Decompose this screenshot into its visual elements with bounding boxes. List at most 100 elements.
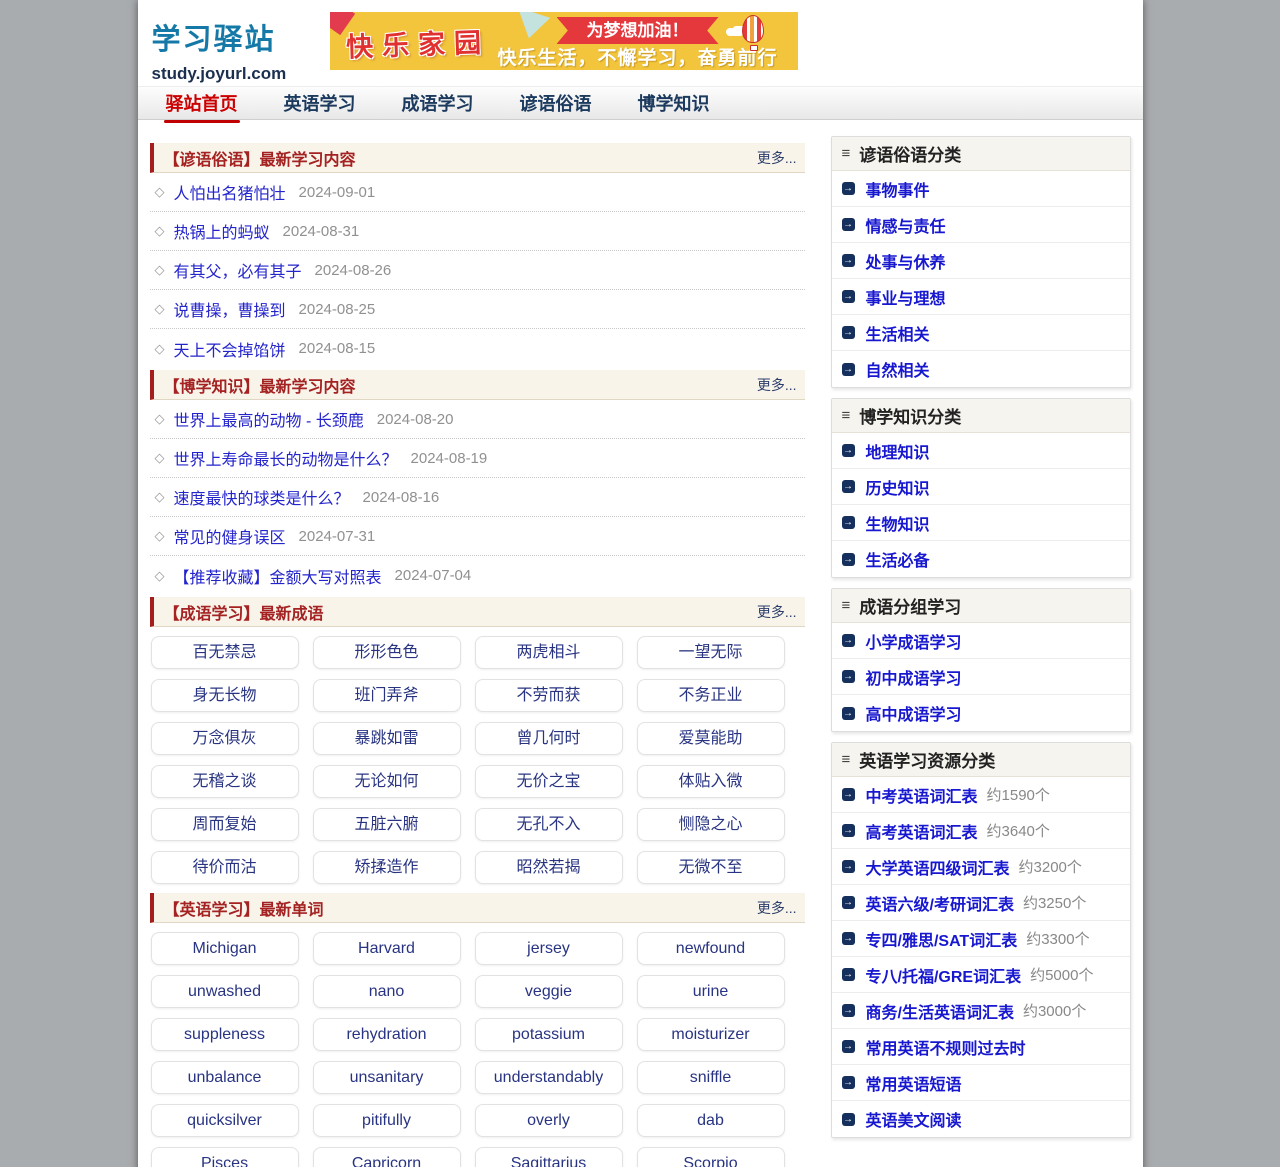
more-link[interactable]: 更多... [757, 375, 797, 395]
word-button[interactable]: nano [312, 975, 461, 1008]
word-button[interactable]: sniffle [636, 1061, 785, 1094]
sidebar: ≡ 谚语俗语分类 → 事物事件 → 情感与责任 → 处事与休养 → 事业与理想 → 生活相关 → 自然相关… [830, 136, 1131, 1167]
word-button[interactable]: 两虎相斗 [474, 636, 623, 669]
sidebar-item: → 专八/托福/GRE词汇表 约5000个 [831, 957, 1130, 993]
article-link[interactable]: 常见的健身误区 [174, 524, 286, 548]
sidebar-link[interactable]: 初中成语学习 [866, 665, 962, 689]
more-link[interactable]: 更多... [757, 602, 797, 622]
article-link[interactable]: 人怕出名猪怕壮 [174, 180, 286, 204]
article-link[interactable]: 说曹操，曹操到 [174, 297, 286, 321]
nav-item[interactable]: 英语学习 [280, 85, 360, 121]
sidebar-link[interactable]: 高中成语学习 [866, 701, 962, 725]
sidebar-link[interactable]: 生活相关 [866, 321, 930, 345]
article-link[interactable]: 【推荐收藏】金额大写对照表 [174, 564, 382, 588]
word-button[interactable]: dab [636, 1104, 785, 1137]
sidebar-link[interactable]: 生活必备 [866, 547, 930, 571]
word-button[interactable]: quicksilver [150, 1104, 299, 1137]
word-button[interactable]: 无价之宝 [474, 765, 623, 798]
word-button[interactable]: potassium [474, 1018, 623, 1051]
word-button[interactable]: 无微不至 [636, 851, 785, 884]
sidebar-link[interactable]: 中考英语词汇表 [866, 783, 978, 807]
ad-banner[interactable]: 快乐家园 为梦想加油！ 快乐生活，不懈学习，奋勇前行 [329, 12, 798, 70]
more-link[interactable]: 更多... [757, 148, 797, 168]
word-button[interactable]: 不劳而获 [474, 679, 623, 712]
sidebar-link[interactable]: 英语六级/考研词汇表 [866, 891, 1014, 915]
sidebar-link[interactable]: 高考英语词汇表 [866, 819, 978, 843]
article-link[interactable]: 速度最快的球类是什么？ [174, 485, 350, 509]
word-button[interactable]: Harvard [312, 932, 461, 965]
word-button[interactable]: understandably [474, 1061, 623, 1094]
article-list: ◇ 世界上最高的动物 - 长颈鹿 2024-08-20 ◇ 世界上寿命最长的动物是什么？… [149, 400, 805, 595]
more-link[interactable]: 更多... [757, 898, 797, 918]
word-button[interactable]: Sagittarius [474, 1147, 623, 1167]
word-button[interactable]: 恻隐之心 [636, 808, 785, 841]
word-button[interactable]: unsanitary [312, 1061, 461, 1094]
word-button[interactable]: 曾几何时 [474, 722, 623, 755]
word-button[interactable]: rehydration [312, 1018, 461, 1051]
sidebar-link[interactable]: 常用英语短语 [866, 1071, 962, 1095]
word-button[interactable]: 周而复始 [150, 808, 299, 841]
article-link[interactable]: 热锅上的蚂蚁 [174, 219, 270, 243]
word-button[interactable]: 暴跳如雷 [312, 722, 461, 755]
site-logo[interactable]: 学习驿站 study.joyurl.com [152, 12, 330, 84]
word-button[interactable]: urine [636, 975, 785, 1008]
article-link[interactable]: 有其父，必有其子 [174, 258, 302, 282]
sidebar-item: → 商务/生活英语词汇表 约3000个 [831, 993, 1130, 1029]
sidebar-link[interactable]: 小学成语学习 [866, 629, 962, 653]
sidebar-link[interactable]: 常用英语不规则过去时 [866, 1035, 1026, 1059]
word-button[interactable]: 形形色色 [312, 636, 461, 669]
word-button[interactable]: jersey [474, 932, 623, 965]
word-button[interactable]: Capricorn [312, 1147, 461, 1167]
word-button[interactable]: 爱莫能助 [636, 722, 785, 755]
sidebar-link[interactable]: 商务/生活英语词汇表 [866, 999, 1014, 1023]
sidebar-link[interactable]: 事业与理想 [866, 285, 946, 309]
word-button[interactable]: 体贴入微 [636, 765, 785, 798]
word-button[interactable]: 五脏六腑 [312, 808, 461, 841]
word-button[interactable]: 无论如何 [312, 765, 461, 798]
article-date: 2024-08-20 [376, 410, 454, 428]
word-button[interactable]: moisturizer [636, 1018, 785, 1051]
article-link[interactable]: 世界上最高的动物 - 长颈鹿 [174, 407, 364, 431]
content-area: 【谚语俗语】最新学习内容 更多... ◇ 人怕出名猪怕壮 2024-09-01 ◇ 热锅上的… [138, 120, 1143, 1167]
word-button[interactable]: newfound [636, 932, 785, 965]
word-button[interactable]: 百无禁忌 [150, 636, 299, 669]
sidebar-link[interactable]: 处事与休养 [866, 249, 946, 273]
word-button[interactable]: pitifully [312, 1104, 461, 1137]
word-button[interactable]: overly [474, 1104, 623, 1137]
nav-item[interactable]: 成语学习 [398, 85, 478, 121]
sidebar-link[interactable]: 地理知识 [866, 439, 930, 463]
sidebar-link[interactable]: 历史知识 [866, 475, 930, 499]
sidebar-link[interactable]: 自然相关 [866, 357, 930, 381]
nav-item[interactable]: 驿站首页 [162, 85, 242, 123]
word-button[interactable]: 无孔不入 [474, 808, 623, 841]
word-button[interactable]: suppleness [150, 1018, 299, 1051]
sidebar-link[interactable]: 生物知识 [866, 511, 930, 535]
article-link[interactable]: 天上不会掉馅饼 [174, 337, 286, 361]
sidebar-link[interactable]: 英语美文阅读 [866, 1107, 962, 1131]
word-button[interactable]: Scorpio [636, 1147, 785, 1167]
sidebar-link[interactable]: 事物事件 [866, 177, 930, 201]
word-button[interactable]: unwashed [150, 975, 299, 1008]
sidebar-link[interactable]: 专四/雅思/SAT词汇表 [866, 927, 1018, 951]
sidebar-link[interactable]: 大学英语四级词汇表 [866, 855, 1010, 879]
nav-item[interactable]: 博学知识 [634, 85, 714, 121]
word-button[interactable]: unbalance [150, 1061, 299, 1094]
section-title: 【成语学习】最新成语 [163, 605, 324, 623]
word-button[interactable]: 一望无际 [636, 636, 785, 669]
word-button[interactable]: 身无长物 [150, 679, 299, 712]
word-button[interactable]: 班门弄斧 [312, 679, 461, 712]
word-button[interactable]: 待价而沽 [150, 851, 299, 884]
word-button[interactable]: 万念俱灰 [150, 722, 299, 755]
sidebar-link[interactable]: 情感与责任 [866, 213, 946, 237]
word-button[interactable]: 无稽之谈 [150, 765, 299, 798]
word-button[interactable]: 昭然若揭 [474, 851, 623, 884]
word-button[interactable]: veggie [474, 975, 623, 1008]
nav-item[interactable]: 谚语俗语 [516, 85, 596, 121]
word-button[interactable]: 不务正业 [636, 679, 785, 712]
sidebar-box-header: ≡ 英语学习资源分类 [831, 743, 1130, 777]
word-button[interactable]: Pisces [150, 1147, 299, 1167]
word-button[interactable]: Michigan [150, 932, 299, 965]
word-button[interactable]: 矫揉造作 [312, 851, 461, 884]
sidebar-link[interactable]: 专八/托福/GRE词汇表 [866, 963, 1022, 987]
article-link[interactable]: 世界上寿命最长的动物是什么？ [174, 446, 398, 470]
